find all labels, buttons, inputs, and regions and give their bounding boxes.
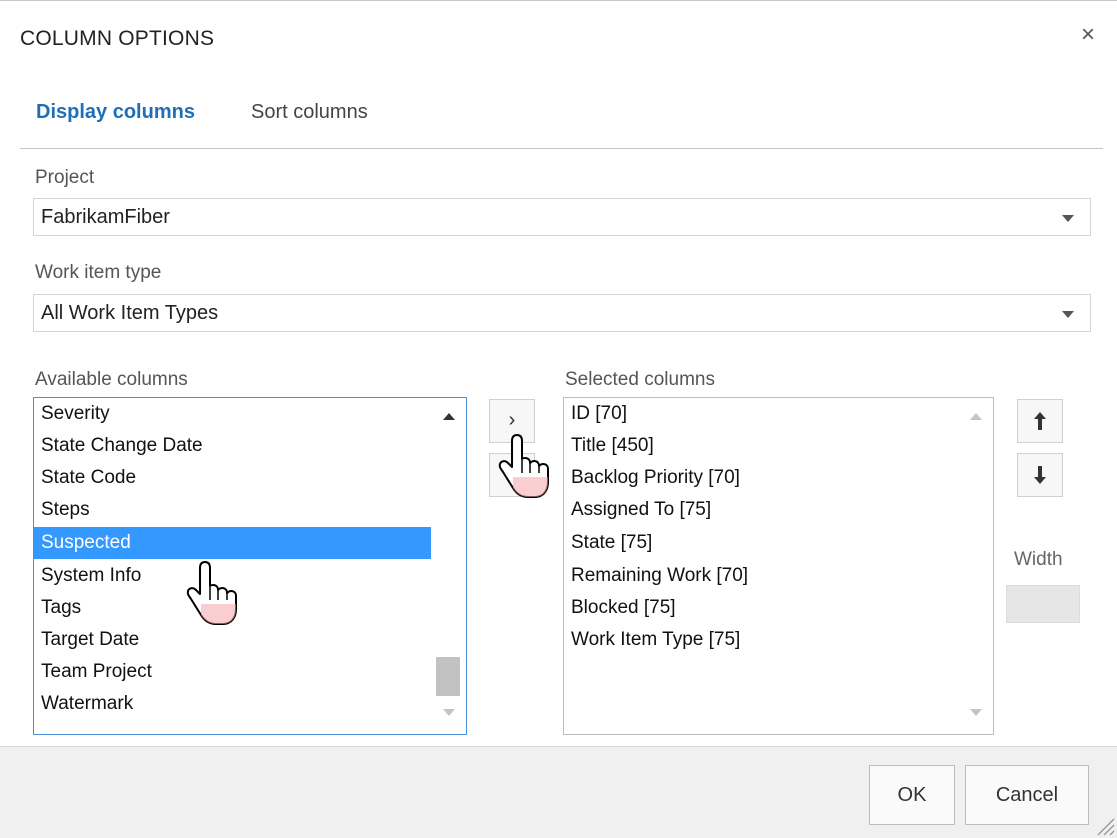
project-label: Project (35, 167, 95, 188)
available-columns-label: Available columns (35, 369, 188, 390)
selected-columns-list[interactable]: ID [70] Title [450] Backlog Priority [70… (563, 397, 994, 735)
available-columns-list[interactable]: Severity State Change Date State Code St… (33, 397, 467, 735)
list-item[interactable]: Watermark (34, 688, 431, 720)
list-item-selected[interactable]: Suspected (34, 527, 431, 559)
list-item[interactable]: State Change Date (34, 430, 431, 462)
tab-divider (20, 148, 1103, 149)
list-item[interactable]: Remaining Work [70] (564, 560, 959, 592)
list-item[interactable]: State [75] (564, 527, 959, 559)
chevron-down-icon (1062, 311, 1074, 318)
column-options-dialog: COLUMN OPTIONS × Display columns Sort co… (0, 0, 1117, 838)
arrow-down-icon (1034, 466, 1046, 484)
project-dropdown[interactable]: FabrikamFiber (33, 198, 1091, 236)
list-item[interactable]: Steps (34, 494, 431, 526)
selected-columns-label: Selected columns (565, 369, 715, 390)
list-item[interactable]: Title [450] (564, 430, 959, 462)
hand-pointer-icon (186, 561, 237, 625)
available-scrollbar[interactable] (432, 398, 466, 734)
list-item[interactable]: State Code (34, 462, 431, 494)
project-value: FabrikamFiber (41, 206, 170, 228)
close-icon[interactable]: × (1081, 23, 1095, 47)
move-up-button[interactable] (1017, 399, 1063, 443)
selected-scrollbar[interactable] (959, 398, 993, 734)
scroll-down-arrow-icon[interactable] (443, 709, 455, 716)
width-label: Width (1014, 549, 1063, 570)
work-item-type-value: All Work Item Types (41, 302, 219, 324)
work-item-type-label: Work item type (35, 262, 162, 283)
list-item[interactable]: Work Item Type [75] (564, 624, 959, 656)
scroll-up-arrow-icon[interactable] (443, 413, 455, 420)
chevron-down-icon (1062, 215, 1074, 222)
dialog-title: COLUMN OPTIONS (20, 27, 215, 50)
width-input[interactable] (1006, 585, 1080, 623)
work-item-type-dropdown[interactable]: All Work Item Types (33, 294, 1091, 332)
tab-sort-columns[interactable]: Sort columns (251, 101, 368, 124)
list-item[interactable]: Blocked [75] (564, 592, 959, 624)
list-item[interactable]: Backlog Priority [70] (564, 462, 959, 494)
move-down-button[interactable] (1017, 453, 1063, 497)
ok-button[interactable]: OK (869, 765, 955, 825)
resize-grip-icon[interactable] (1093, 814, 1115, 836)
list-item[interactable]: Assigned To [75] (564, 494, 959, 526)
tab-display-columns[interactable]: Display columns (36, 101, 195, 124)
scroll-down-arrow-icon[interactable] (970, 709, 982, 716)
list-item[interactable]: Team Project (34, 656, 431, 688)
list-item[interactable]: ID [70] (564, 398, 959, 430)
cancel-button[interactable]: Cancel (965, 765, 1089, 825)
hand-pointer-icon (498, 434, 549, 498)
list-item[interactable]: Severity (34, 398, 431, 430)
arrow-up-icon (1034, 412, 1046, 430)
scrollbar-thumb[interactable] (436, 657, 460, 696)
scroll-up-arrow-icon[interactable] (970, 413, 982, 420)
